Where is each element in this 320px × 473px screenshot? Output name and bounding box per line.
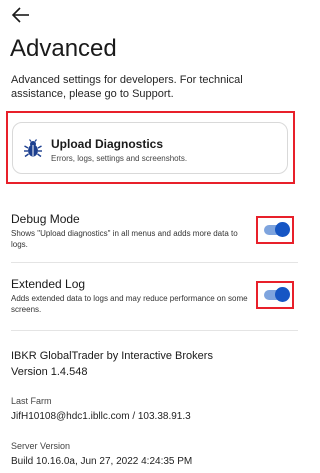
divider — [11, 330, 298, 331]
page-subtitle: Advanced settings for developers. For te… — [11, 74, 243, 100]
app-name: IBKR GlobalTrader by Interactive Brokers — [11, 350, 213, 362]
highlight-box-debug-toggle — [256, 216, 294, 244]
page-title: Advanced — [10, 35, 117, 62]
last-farm-value: JifH10108@hdc1.ibllc.com / 103.38.91.3 — [11, 411, 191, 422]
last-farm-label: Last Farm — [11, 396, 52, 406]
highlight-box-upload-diagnostics — [6, 111, 295, 184]
back-arrow-icon[interactable] — [10, 4, 32, 26]
debug-mode-title: Debug Mode — [11, 212, 80, 226]
app-version: Version 1.4.548 — [11, 366, 88, 378]
debug-mode-description: Shows "Upload diagnostics" in all menus … — [11, 229, 238, 249]
server-version-label: Server Version — [11, 441, 71, 451]
server-version-value: Build 10.16.0a, Jun 27, 2022 4:24:35 PM — [11, 456, 193, 467]
extended-log-title: Extended Log — [11, 277, 86, 291]
extended-log-description: Adds extended data to logs and may reduc… — [11, 294, 248, 314]
highlight-box-extended-log-toggle — [256, 281, 294, 309]
divider — [11, 262, 298, 263]
